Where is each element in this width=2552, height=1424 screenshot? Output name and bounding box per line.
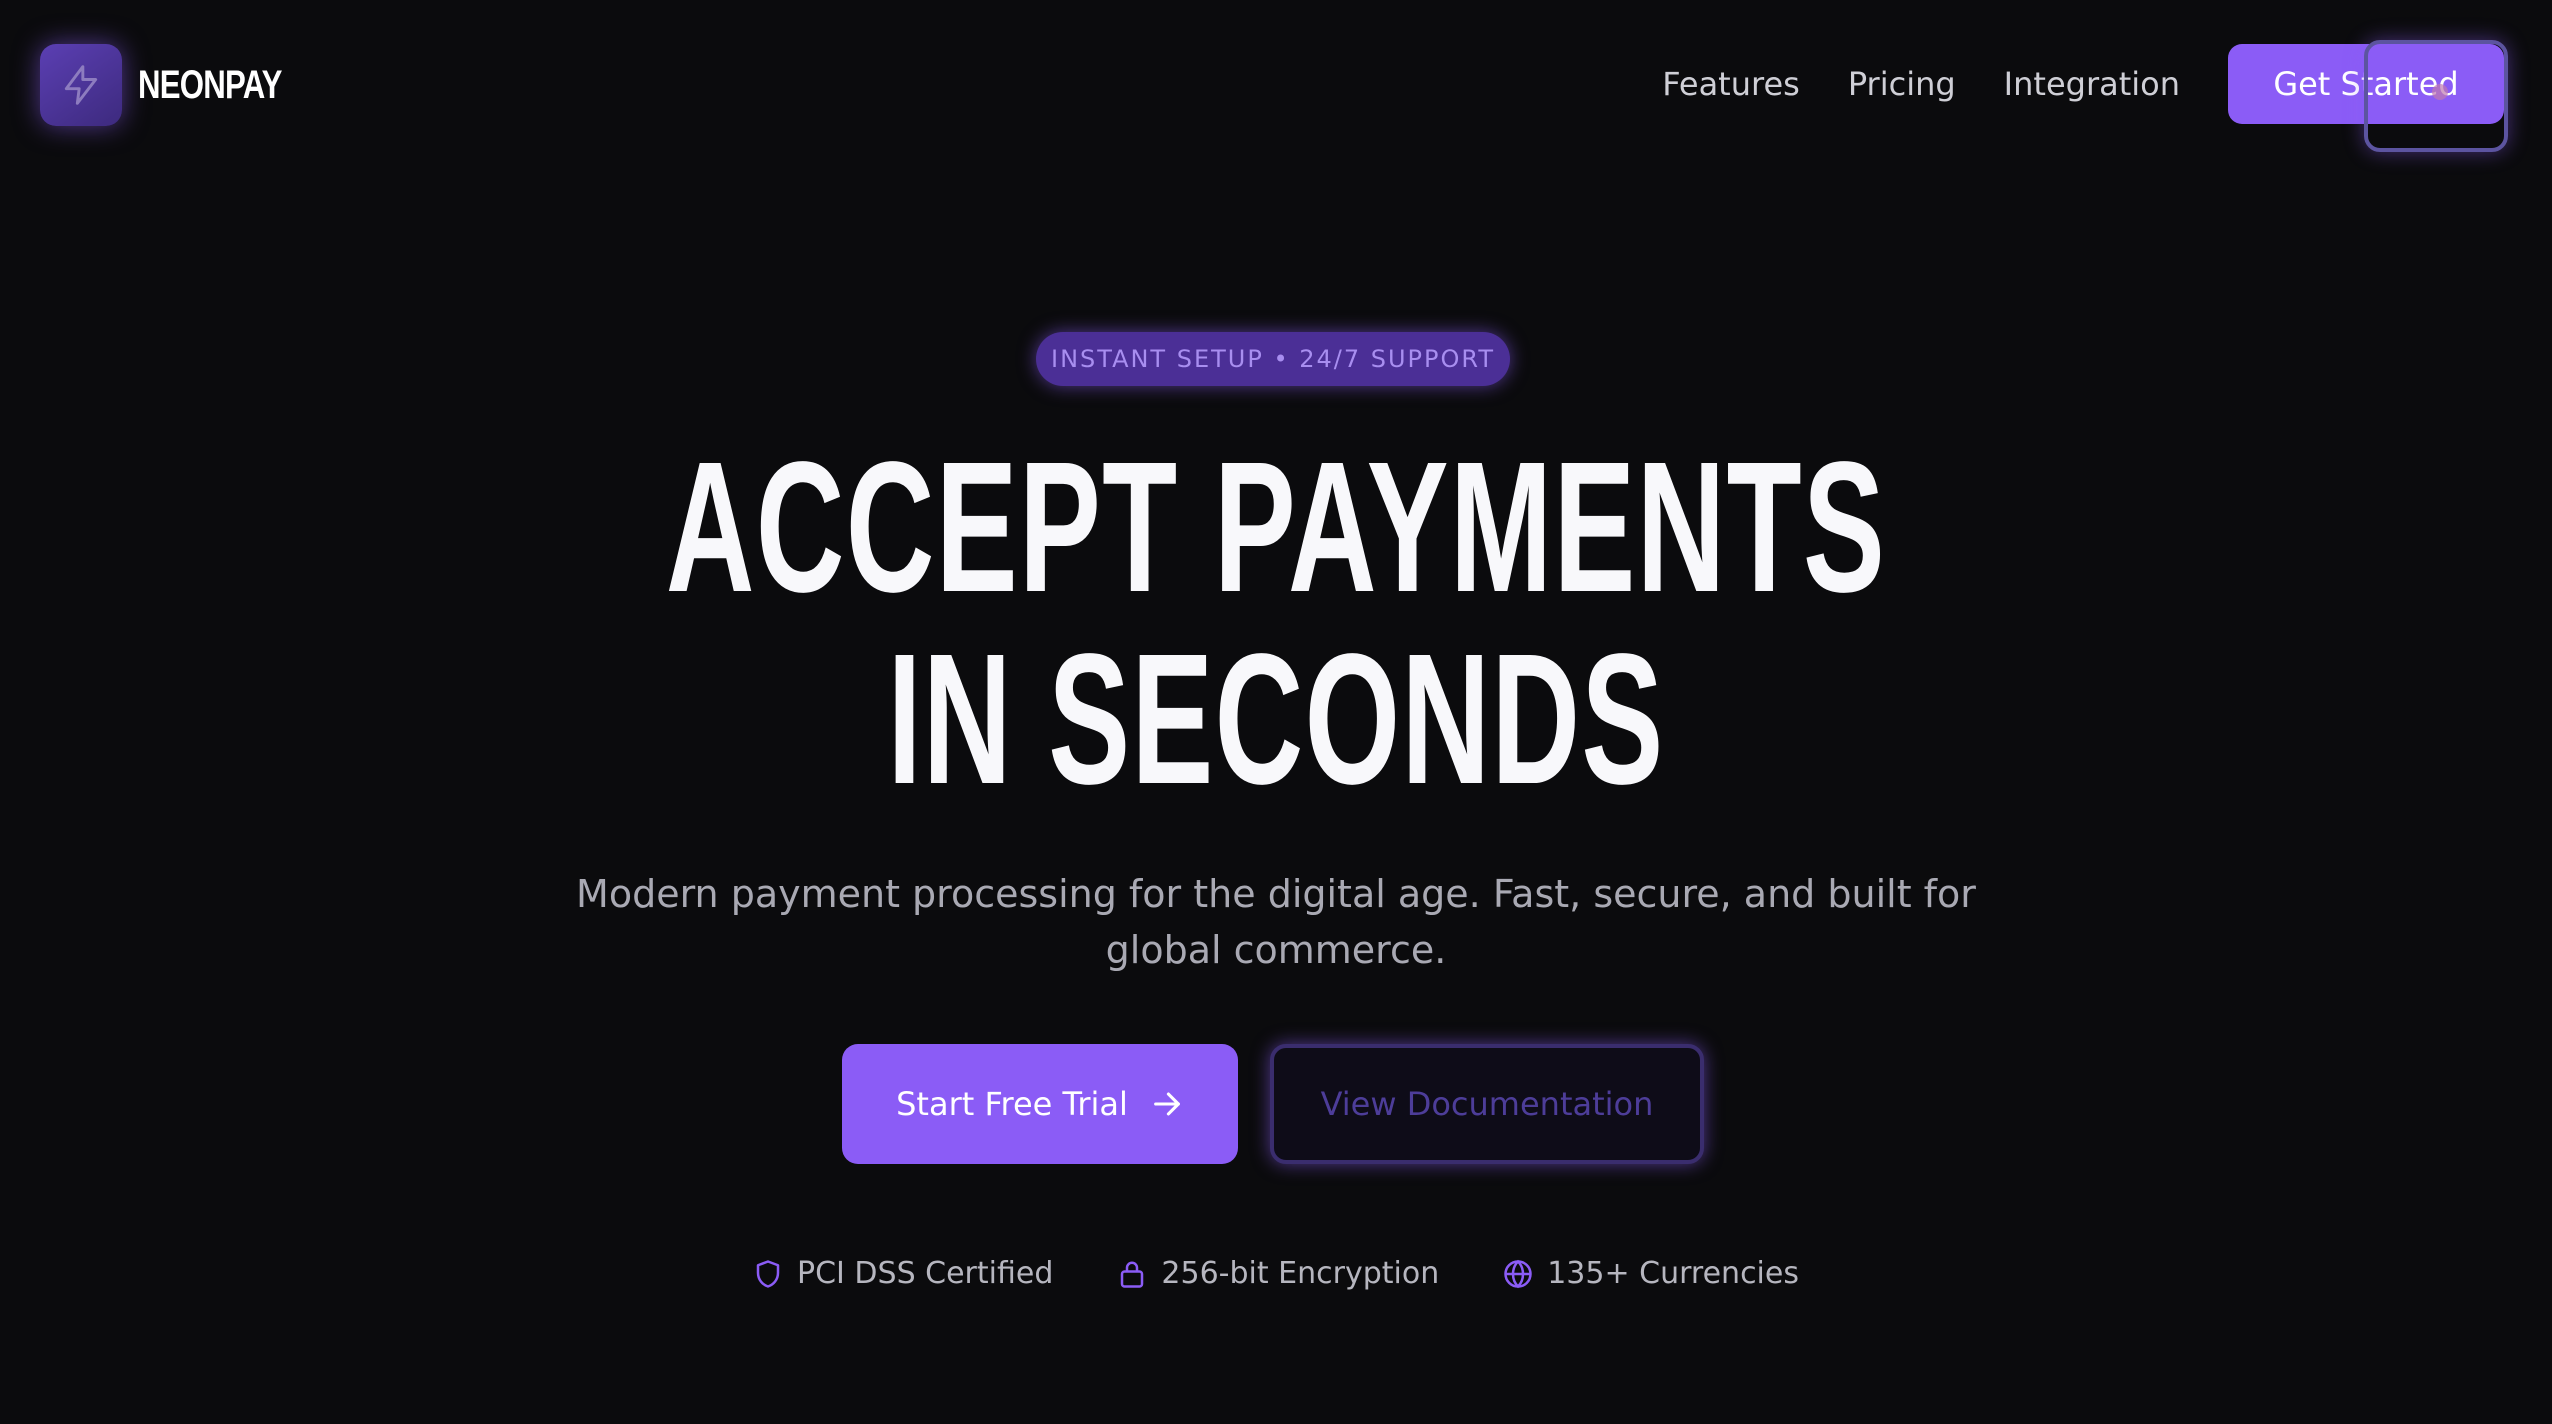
get-started-label: Get Started xyxy=(2273,65,2459,103)
trust-item-encryption: 256-bit Encryption xyxy=(1117,1256,1439,1291)
headline-line-2: IN SECONDS xyxy=(887,616,1665,823)
nav-link-integration[interactable]: Integration xyxy=(2004,65,2180,103)
trust-indicators: PCI DSS Certified 256-bit Encryption 135… xyxy=(0,1256,2552,1291)
trust-item-pci: PCI DSS Certified xyxy=(753,1256,1053,1291)
hero-subtitle: Modern payment processing for the digita… xyxy=(576,872,1976,972)
get-started-button[interactable]: Get Started xyxy=(2228,40,2508,152)
main-nav: Features Pricing Integration Get Started xyxy=(1662,40,2508,152)
view-documentation-button[interactable]: View Documentation xyxy=(1270,1044,1704,1164)
hero-headline: ACCEPT PAYMENTS IN SECONDS xyxy=(0,432,2552,816)
feature-badge: INSTANT SETUP • 24/7 SUPPORT xyxy=(1036,332,1510,386)
nav-link-pricing[interactable]: Pricing xyxy=(1848,65,1956,103)
lock-icon xyxy=(1121,1261,1144,1288)
view-documentation-label: View Documentation xyxy=(1320,1085,1654,1123)
brand-logo[interactable]: NEONPAY xyxy=(40,44,322,126)
trust-label-encryption: 256-bit Encryption xyxy=(1161,1256,1440,1291)
hero-section: INSTANT SETUP • 24/7 SUPPORT ACCEPT PAYM… xyxy=(0,172,2552,1424)
trust-item-currencies: 135+ Currencies xyxy=(1503,1256,1799,1291)
nav-link-features[interactable]: Features xyxy=(1662,65,1800,103)
trust-label-currencies: 135+ Currencies xyxy=(1547,1256,1799,1291)
cursor-dot xyxy=(2432,84,2448,100)
shield-icon xyxy=(756,1259,780,1288)
start-free-trial-button[interactable]: Start Free Trial xyxy=(842,1044,1238,1164)
site-header: NEONPAY Features Pricing Integration Get… xyxy=(0,0,2552,172)
arrow-right-icon xyxy=(1150,1087,1184,1121)
lightning-bolt-icon xyxy=(40,44,122,126)
start-free-trial-label: Start Free Trial xyxy=(896,1085,1128,1123)
headline-line-1: ACCEPT PAYMENTS xyxy=(665,424,1887,631)
trust-label-pci: PCI DSS Certified xyxy=(797,1256,1054,1291)
globe-icon xyxy=(1504,1259,1532,1288)
brand-name: NEONPAY xyxy=(138,62,282,107)
